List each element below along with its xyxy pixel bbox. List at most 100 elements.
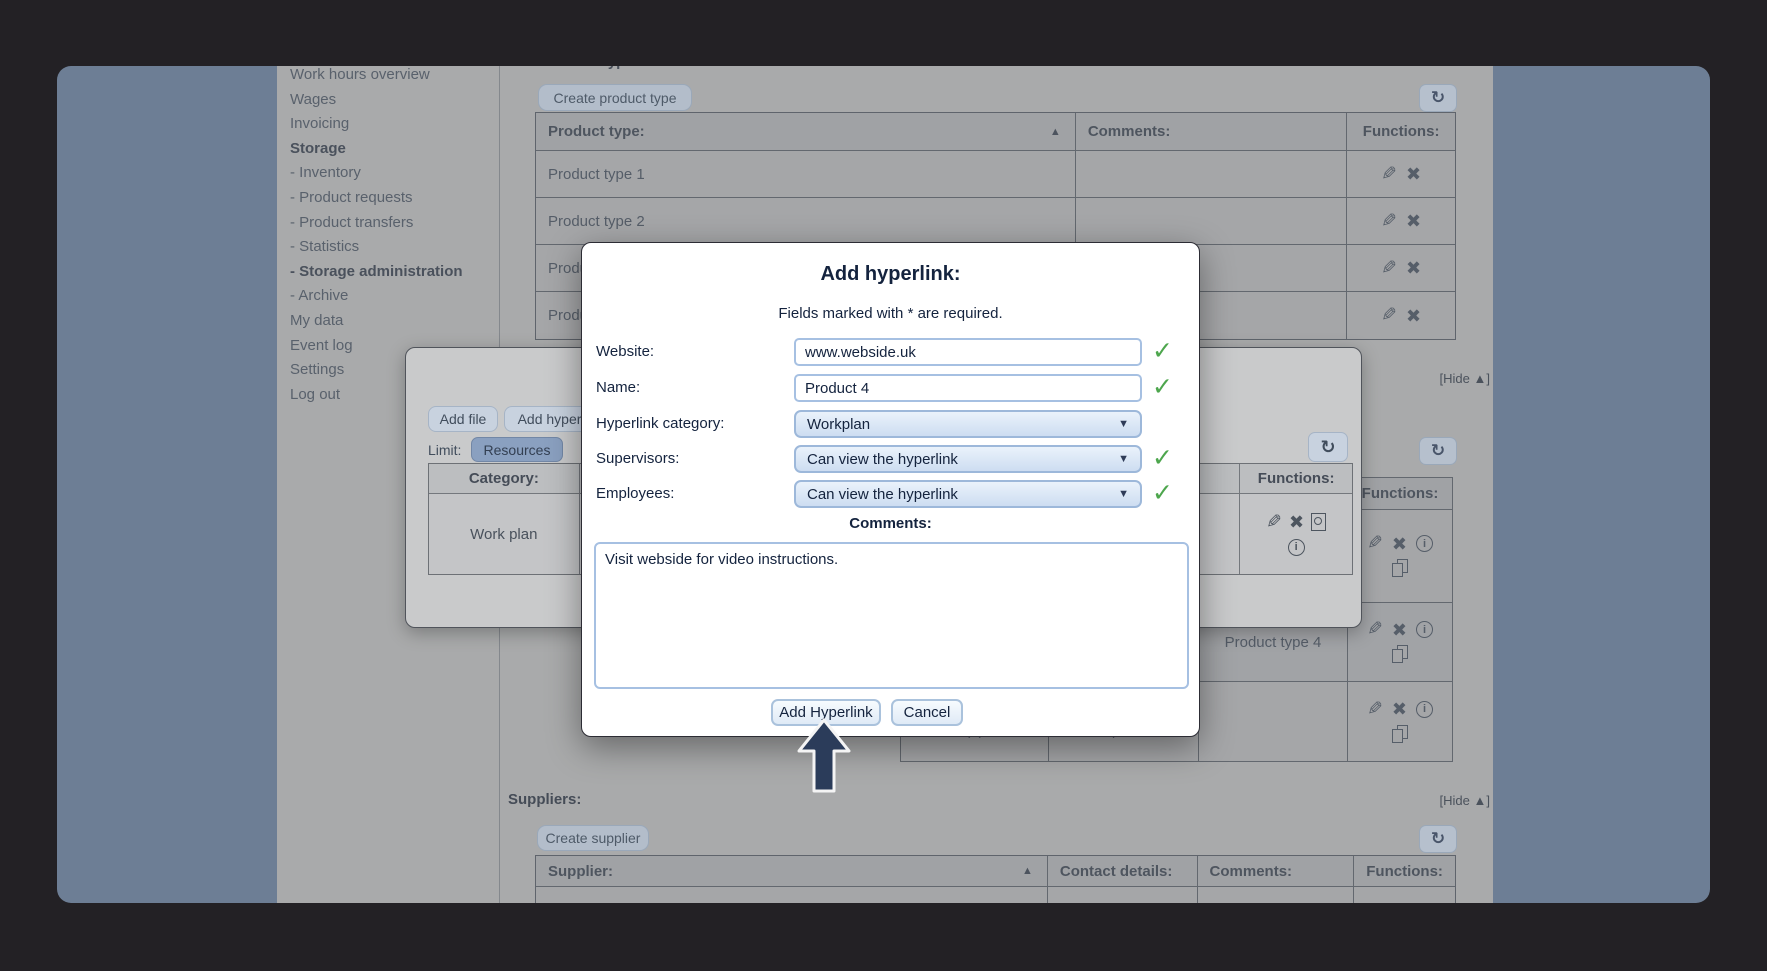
functions-cell: ✎✖ xyxy=(1347,245,1455,292)
info-icon[interactable]: i xyxy=(1288,539,1305,556)
column-header-label: Product type: xyxy=(548,123,645,140)
comments-cell xyxy=(1198,887,1355,903)
comments-cell xyxy=(1076,198,1347,245)
info-icon[interactable]: i xyxy=(1416,621,1433,638)
column-header-functions: Functions: xyxy=(1347,113,1455,151)
create-product-type-button[interactable]: Create product type xyxy=(538,84,692,111)
sort-asc-icon: ▲ xyxy=(1050,126,1061,138)
table-row: Product type 2 ✎ ✖ xyxy=(536,198,1455,245)
edit-icon[interactable]: ✎ xyxy=(1367,700,1383,719)
sidebar-item-inventory[interactable]: - Inventory xyxy=(290,161,495,186)
comments-textarea[interactable]: Visit webside for video instructions. xyxy=(594,542,1189,689)
refresh-icon[interactable]: ↻ xyxy=(1419,825,1457,853)
chevron-down-icon: ▼ xyxy=(1118,453,1129,465)
employees-label: Employees: xyxy=(596,480,791,508)
column-header-contact-details[interactable]: Contact details: xyxy=(1048,856,1198,887)
comments-cell xyxy=(1076,151,1347,198)
functions-cell: ✎✖ xyxy=(1347,292,1455,339)
functions-cell: ✎✖ xyxy=(1347,151,1455,198)
comments-label: Comments: xyxy=(582,515,1199,532)
supervisors-select[interactable]: Can view the hyperlink ▼ xyxy=(794,445,1142,473)
edit-icon[interactable]: ✎ xyxy=(1367,620,1383,639)
sidebar-item-storage-administration[interactable]: - Storage administration xyxy=(290,260,495,285)
sidebar-item-my-data[interactable]: My data xyxy=(290,309,495,334)
column-header-category: Category: xyxy=(429,464,580,494)
app-window: Work hours overview Wages Invoicing Stor… xyxy=(57,66,1710,903)
website-input[interactable] xyxy=(794,338,1142,366)
column-header-supplier[interactable]: Supplier: ▲ xyxy=(536,856,1048,887)
sidebar-item-statistics[interactable]: - Statistics xyxy=(290,235,495,260)
column-header-product-type[interactable]: Product type: ▲ xyxy=(536,113,1076,151)
delete-icon[interactable]: ✖ xyxy=(1392,621,1407,639)
supplier-cell xyxy=(536,887,1048,903)
copy-icon[interactable] xyxy=(1392,725,1409,744)
refresh-icon[interactable]: ↻ xyxy=(1419,437,1457,465)
cancel-button[interactable]: Cancel xyxy=(891,699,963,726)
delete-icon[interactable]: ✖ xyxy=(1392,700,1407,718)
sidebar-item-work-hours-overview[interactable]: Work hours overview xyxy=(290,66,495,88)
valid-check-icon: ✓ xyxy=(1152,444,1173,472)
hide-section-link[interactable]: [Hide ▲] xyxy=(1430,793,1490,808)
edit-icon[interactable]: ✎ xyxy=(1381,212,1397,231)
info-icon[interactable]: i xyxy=(1416,701,1433,718)
required-fields-note: Fields marked with * are required. xyxy=(582,305,1199,322)
hyperlink-category-select[interactable]: Workplan ▼ xyxy=(794,410,1142,438)
copy-icon[interactable] xyxy=(1392,559,1409,578)
chevron-down-icon: ▼ xyxy=(1118,488,1129,500)
selected-option: Can view the hyperlink xyxy=(807,451,958,468)
delete-icon[interactable]: ✖ xyxy=(1392,535,1407,553)
info-icon[interactable]: i xyxy=(1416,535,1433,552)
limit-label: Limit: xyxy=(428,442,461,458)
functions-cell: ✎ ✖ i xyxy=(1347,602,1453,682)
sidebar-item-wages[interactable]: Wages xyxy=(290,88,495,113)
preview-icon[interactable] xyxy=(1311,513,1326,531)
edit-icon[interactable]: ✎ xyxy=(1367,534,1383,553)
sidebar-item-product-requests[interactable]: - Product requests xyxy=(290,186,495,211)
edit-icon[interactable]: ✎ xyxy=(1381,306,1397,325)
sidebar-item-storage[interactable]: Storage xyxy=(290,137,495,162)
table-row xyxy=(536,887,1455,903)
delete-icon[interactable]: ✖ xyxy=(1406,212,1421,230)
category-cell: Work plan xyxy=(429,494,580,574)
copy-icon[interactable] xyxy=(1392,645,1409,664)
refresh-icon[interactable]: ↻ xyxy=(1308,432,1348,462)
delete-icon[interactable]: ✖ xyxy=(1406,259,1421,277)
functions-cell: ✎ ✖ i xyxy=(1240,494,1352,574)
product-types-heading-partial: Product types: xyxy=(542,66,647,70)
product-type-cell: Product type 1 xyxy=(536,151,1076,198)
column-header-functions: Functions: xyxy=(1354,856,1455,887)
hide-section-link[interactable]: [Hide ▲] xyxy=(1430,371,1490,386)
selected-option: Can view the hyperlink xyxy=(807,486,958,503)
column-header-comments[interactable]: Comments: xyxy=(1198,856,1355,887)
add-file-button[interactable]: Add file xyxy=(428,406,498,432)
limit-resources-toggle[interactable]: Resources xyxy=(471,437,563,462)
suppliers-heading: Suppliers: xyxy=(508,791,581,808)
edit-icon[interactable]: ✎ xyxy=(1381,259,1397,278)
screenshot-canvas: Work hours overview Wages Invoicing Stor… xyxy=(0,0,1767,971)
create-supplier-button[interactable]: Create supplier xyxy=(537,825,649,851)
sidebar-item-invoicing[interactable]: Invoicing xyxy=(290,112,495,137)
product-type-cell: Product type 2 xyxy=(536,198,1076,245)
column-header-functions: Functions: xyxy=(1240,464,1352,494)
delete-icon[interactable]: ✖ xyxy=(1289,513,1304,531)
sidebar-item-product-transfers[interactable]: - Product transfers xyxy=(290,211,495,236)
delete-icon[interactable]: ✖ xyxy=(1406,307,1421,325)
name-label: Name: xyxy=(596,374,791,402)
table-row: Product type 1 ✎✖ xyxy=(536,151,1455,198)
hyperlink-category-label: Hyperlink category: xyxy=(596,410,791,438)
add-hyperlink-dialog: Add hyperlink: Fields marked with * are … xyxy=(581,242,1200,737)
edit-icon[interactable]: ✎ xyxy=(1381,165,1397,184)
sidebar-item-archive[interactable]: - Archive xyxy=(290,284,495,309)
sort-asc-icon: ▲ xyxy=(1022,865,1033,877)
chevron-down-icon: ▼ xyxy=(1118,418,1129,430)
valid-check-icon: ✓ xyxy=(1152,479,1173,507)
name-input[interactable] xyxy=(794,374,1142,402)
refresh-icon[interactable]: ↻ xyxy=(1419,84,1457,112)
website-label: Website: xyxy=(596,338,791,366)
edit-icon[interactable]: ✎ xyxy=(1266,513,1282,532)
product-type-cell xyxy=(1198,681,1348,762)
delete-icon[interactable]: ✖ xyxy=(1406,165,1421,183)
column-header-comments[interactable]: Comments: xyxy=(1076,113,1347,151)
cursor-arrow-icon xyxy=(795,717,853,795)
employees-select[interactable]: Can view the hyperlink ▼ xyxy=(794,480,1142,508)
